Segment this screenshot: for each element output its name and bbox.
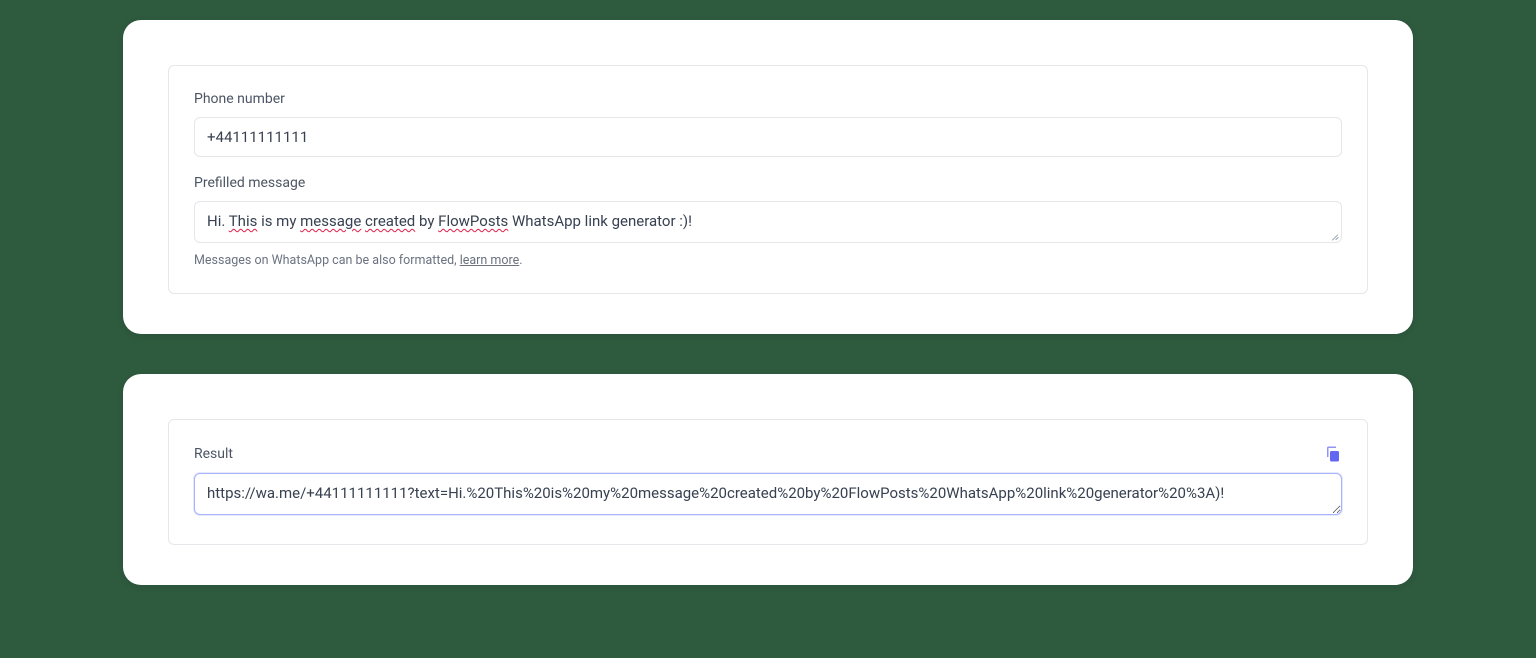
input-fieldset: Phone number Prefilled message Hi. This …	[168, 65, 1368, 294]
help-prefix: Messages on WhatsApp can be also formatt…	[194, 253, 460, 268]
message-textarea[interactable]: Hi. This is my message created by FlowPo…	[194, 201, 1342, 243]
result-textarea[interactable]: https://wa.me/+44111111111?text=Hi.%20Th…	[194, 473, 1342, 515]
result-fieldset: Result https://wa.me/+44111111111?text=H…	[168, 419, 1368, 545]
message-help-text: Messages on WhatsApp can be also formatt…	[194, 253, 1342, 268]
message-field-group: Prefilled message Hi. This is my message…	[194, 175, 1342, 268]
result-label: Result	[194, 446, 233, 462]
input-card: Phone number Prefilled message Hi. This …	[123, 20, 1413, 334]
phone-field-group: Phone number	[194, 91, 1342, 157]
resize-handle-icon[interactable]	[1328, 229, 1340, 241]
phone-label: Phone number	[194, 91, 1342, 107]
help-suffix: .	[519, 253, 522, 268]
result-header: Result	[194, 445, 1342, 463]
result-card: Result https://wa.me/+44111111111?text=H…	[123, 374, 1413, 585]
learn-more-link[interactable]: learn more	[460, 253, 520, 268]
message-label: Prefilled message	[194, 175, 1342, 191]
message-text-spell: FlowPosts	[438, 212, 508, 230]
message-text-spell: This	[229, 212, 258, 230]
message-text: is my	[257, 212, 300, 230]
message-text: by	[415, 212, 438, 230]
message-text: WhatsApp link generator :)!	[508, 212, 692, 230]
copy-icon[interactable]	[1324, 445, 1342, 463]
message-text-spell: created	[365, 212, 415, 230]
message-text-spell: message	[300, 212, 361, 230]
message-text: Hi.	[207, 212, 229, 230]
phone-input[interactable]	[194, 117, 1342, 157]
